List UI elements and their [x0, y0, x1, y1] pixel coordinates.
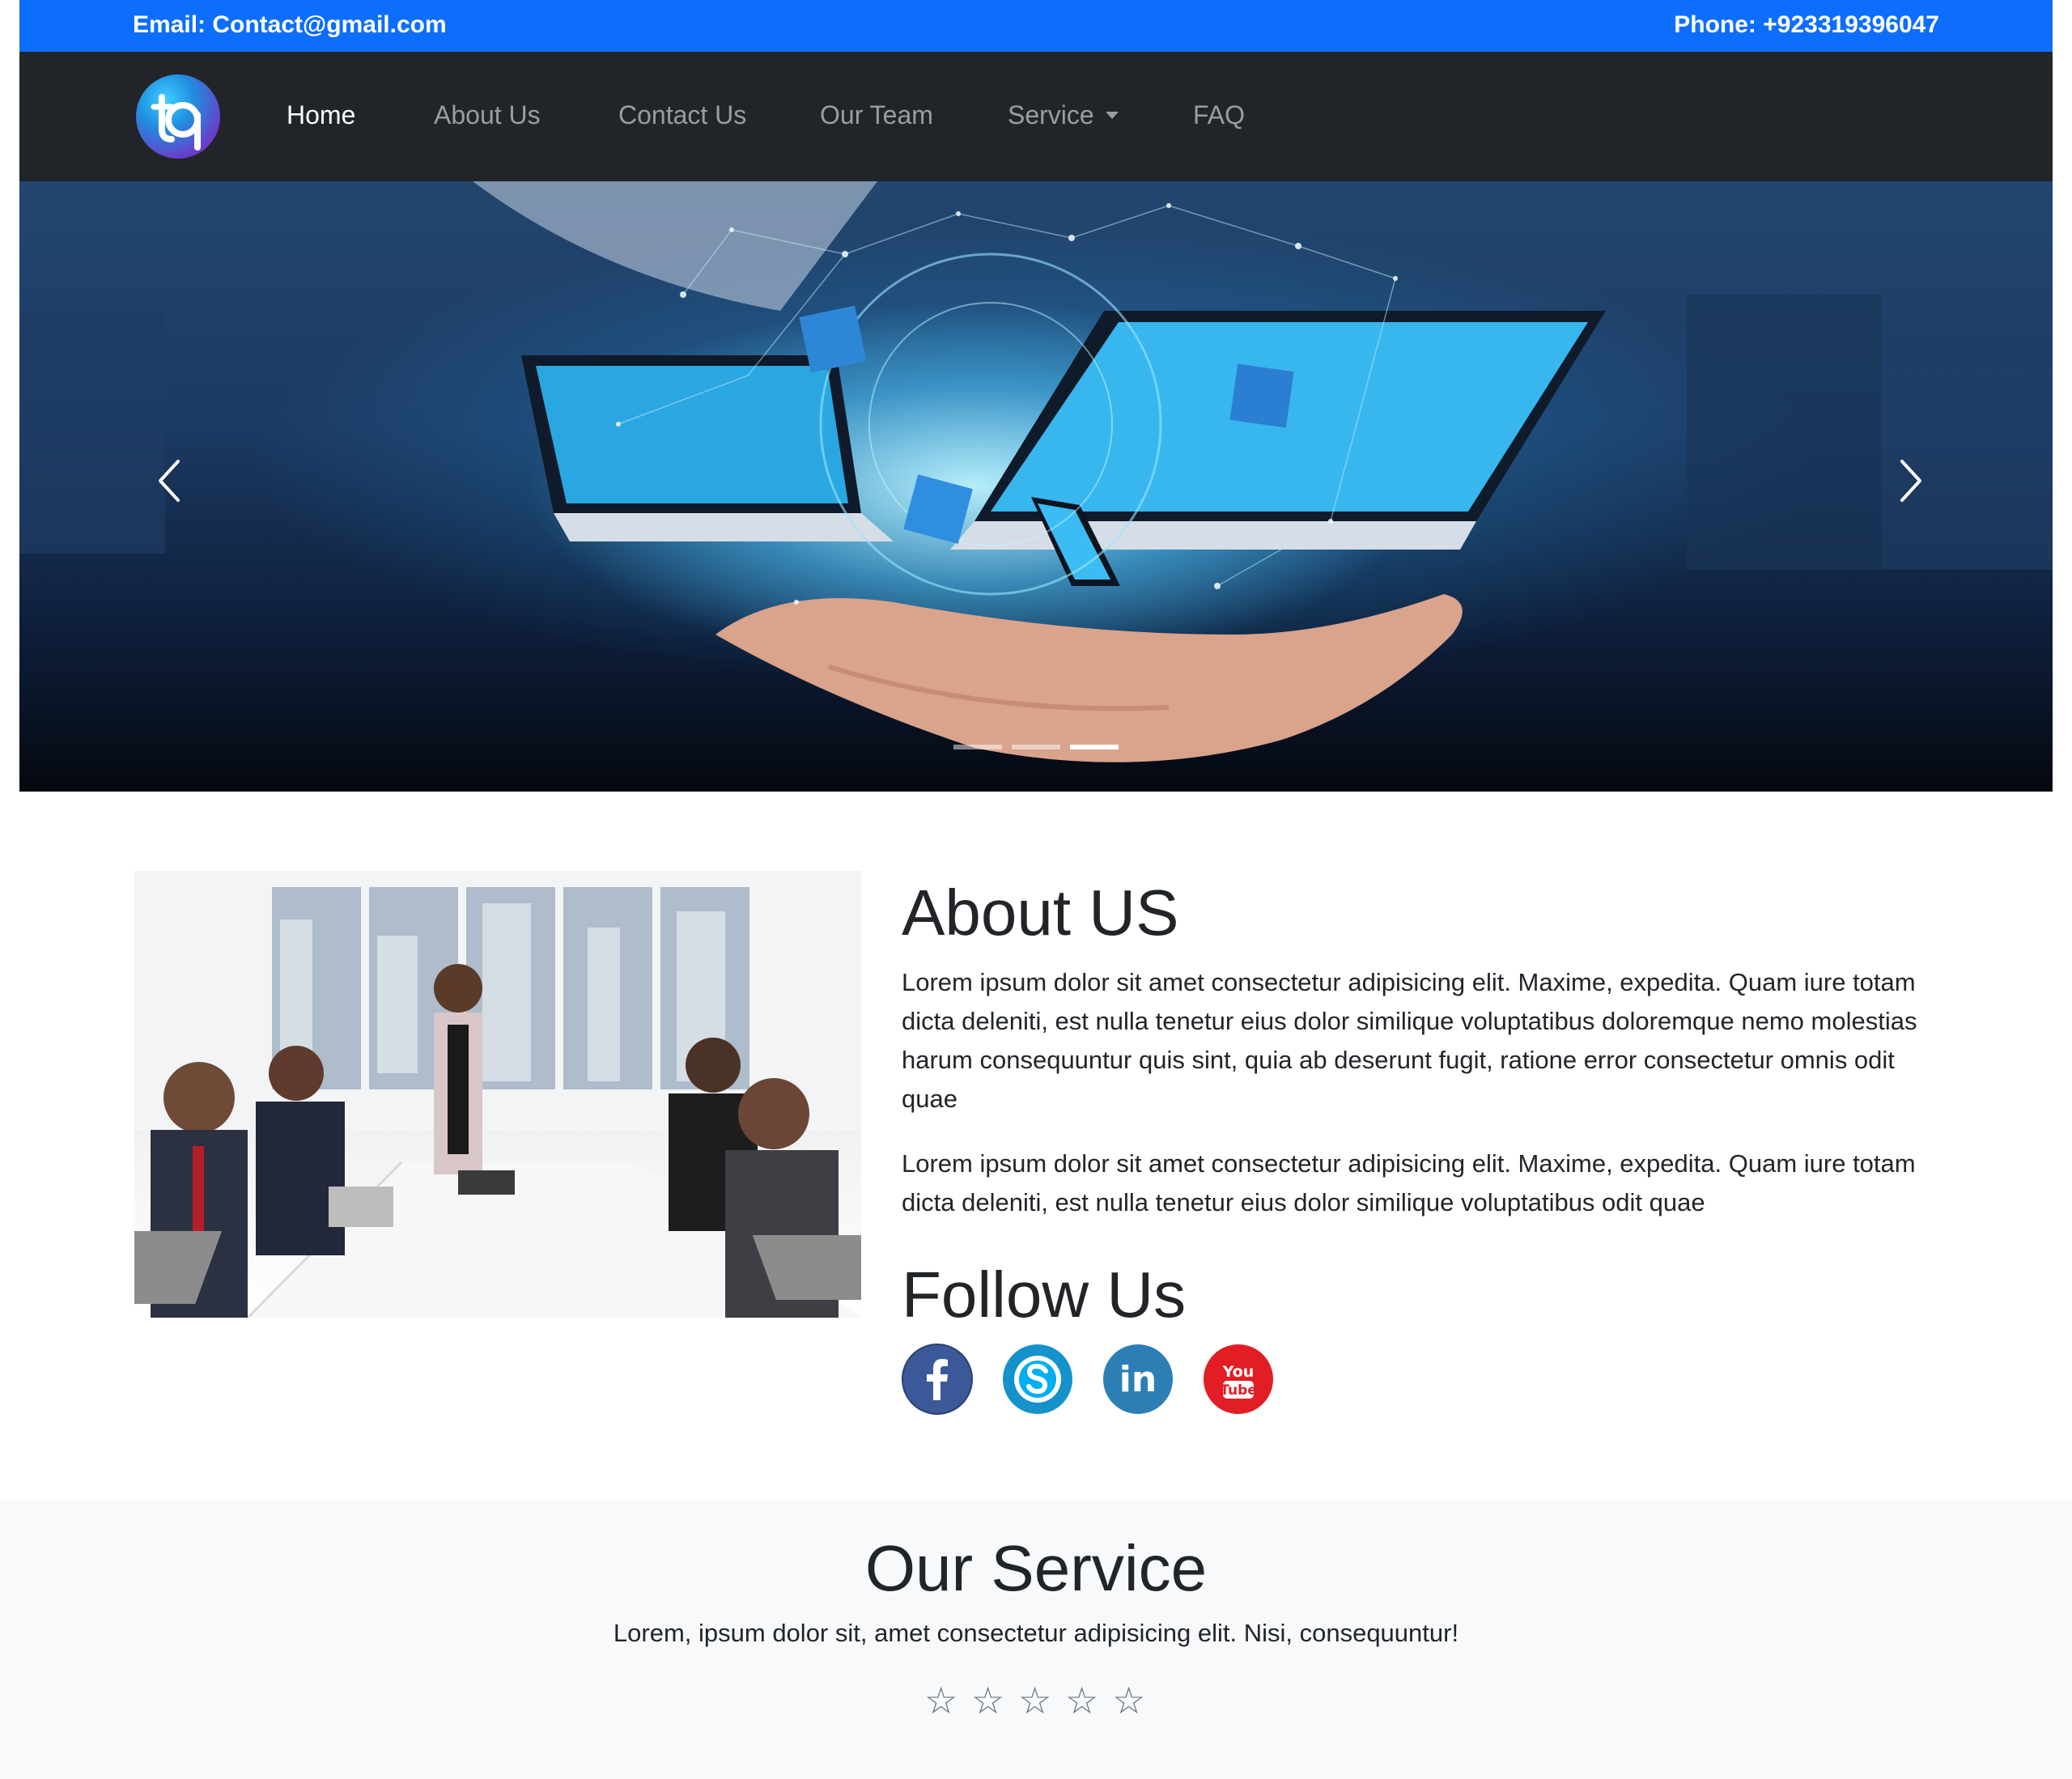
follow-us-title: Follow Us: [902, 1259, 1187, 1331]
nav-contact-us[interactable]: Contact Us: [618, 100, 746, 130]
team-meeting-image: [134, 871, 861, 1318]
youtube-icon[interactable]: You Tube: [1203, 1344, 1274, 1415]
carousel-indicator-3[interactable]: [1070, 745, 1119, 749]
page: Email: Contact@gmail.com Phone: +9233193…: [0, 0, 2072, 1779]
tq-logo-icon[interactable]: [136, 74, 220, 159]
facebook-icon[interactable]: [902, 1344, 973, 1415]
linkedin-icon[interactable]: in: [1102, 1344, 1174, 1415]
star-icon[interactable]: ☆: [971, 1679, 1004, 1722]
star-icon[interactable]: ☆: [924, 1679, 957, 1722]
about-paragraph-2: Lorem ipsum dolor sit amet consectetur a…: [902, 1149, 1916, 1216]
nav-faq[interactable]: FAQ: [1193, 100, 1245, 130]
hero-carousel: [19, 181, 2053, 792]
caret-down-icon: [1105, 112, 1119, 119]
contact-email[interactable]: Email: Contact@gmail.com: [133, 11, 447, 39]
star-icon[interactable]: ☆: [1018, 1679, 1051, 1722]
skype-icon[interactable]: [1002, 1344, 1073, 1415]
carousel-indicator-2[interactable]: [1012, 745, 1060, 749]
nav-service-dropdown[interactable]: Service: [1008, 100, 1119, 130]
services-text: Lorem, ipsum dolor sit, amet consectetur…: [613, 1619, 1459, 1647]
nav-our-team[interactable]: Our Team: [820, 100, 933, 130]
nav-about-us[interactable]: About Us: [434, 100, 541, 130]
contact-bar: Email: Contact@gmail.com Phone: +9233193…: [19, 0, 2053, 52]
hero-image: [19, 181, 2053, 762]
contact-phone[interactable]: Phone: +923319396047: [1674, 11, 1939, 39]
star-icon[interactable]: ☆: [1065, 1679, 1098, 1722]
svg-text:in: in: [1119, 1359, 1157, 1400]
star-icon[interactable]: ☆: [1112, 1679, 1145, 1722]
chevron-left-icon[interactable]: [154, 456, 186, 505]
nav-service-label: Service: [1008, 100, 1094, 129]
youtube-text-bottom: Tube: [1220, 1382, 1257, 1399]
services-title: Our Service: [864, 1532, 1208, 1604]
nav-home[interactable]: Home: [287, 100, 355, 130]
carousel-indicator-1[interactable]: [953, 745, 1002, 749]
about-team-photo: [134, 871, 861, 1318]
youtube-text-top: You: [1222, 1363, 1255, 1381]
about-title: About US: [902, 877, 1179, 949]
chevron-right-icon[interactable]: [1894, 456, 1926, 505]
navbar: Home About Us Contact Us Our Team Servic…: [19, 52, 2053, 181]
about-paragraph-1: Lorem ipsum dolor sit amet consectetur a…: [902, 968, 1917, 1113]
services-section: Our Service Lorem, ipsum dolor sit, amet…: [0, 1499, 2072, 1779]
